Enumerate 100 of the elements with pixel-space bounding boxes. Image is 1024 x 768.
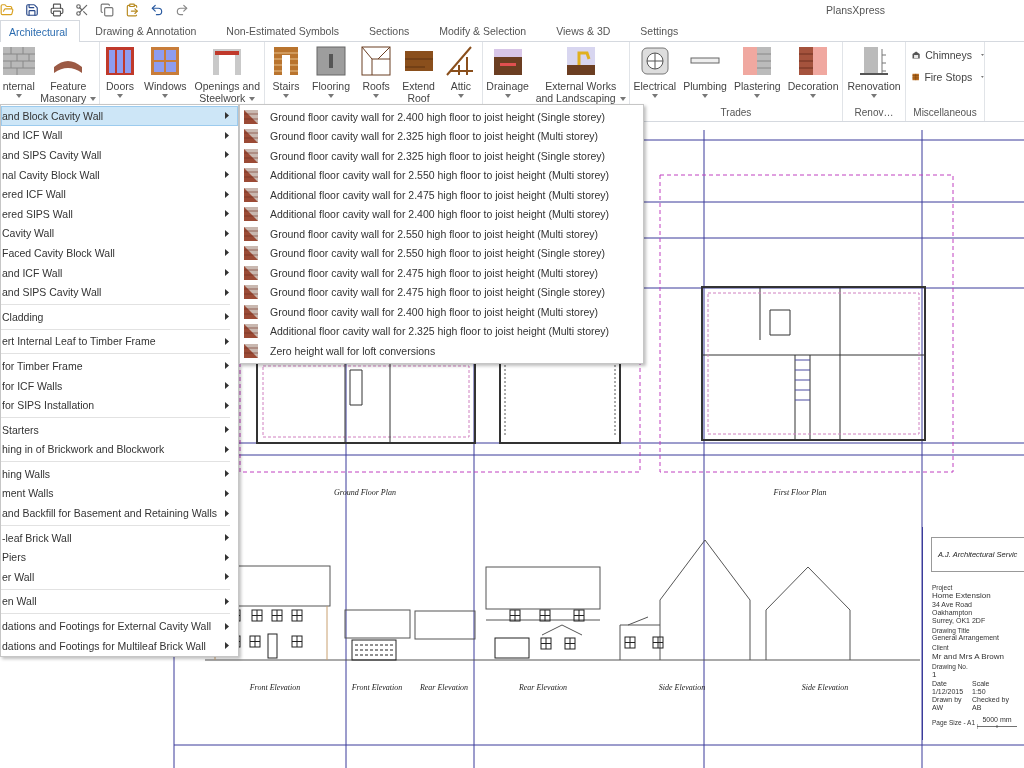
menu-item[interactable]: and SIPS Cavity Wall — [1, 145, 238, 165]
ribbon-button[interactable]: Extend Roof — [400, 45, 437, 105]
drawing-label: First Floor Plan — [773, 488, 827, 497]
menu-item[interactable]: ered ICF Wall — [1, 184, 238, 204]
fan-icon — [638, 45, 671, 77]
garage-elevation — [414, 610, 476, 640]
submenu-arrow-icon — [225, 534, 229, 542]
redo-icon[interactable] — [175, 3, 189, 17]
drawing-label: Side Elevation — [658, 683, 706, 692]
ribbon-button[interactable]: Windows — [142, 45, 189, 105]
ribbon-button[interactable]: Plumbing — [681, 45, 729, 105]
submenu-arrow-icon — [225, 229, 229, 237]
scaffold-wall-icon — [858, 45, 890, 77]
paste-icon[interactable] — [125, 3, 139, 17]
menu-item[interactable]: Ground floor cavity wall for 2.475 high floor to joist height (Single storey) — [240, 282, 643, 302]
brick-wall-icon — [244, 129, 258, 144]
save-icon[interactable] — [25, 3, 39, 17]
undo-icon[interactable] — [150, 3, 164, 17]
brick-wall-icon — [244, 226, 258, 241]
menu-item[interactable]: Ground floor cavity wall for 2.400 high floor to joist height (Single storey) — [240, 107, 643, 127]
brick-wall-icon — [244, 343, 258, 358]
menu-item[interactable]: Piers — [1, 547, 238, 568]
menu-item[interactable]: en Wall — [1, 591, 238, 612]
menu-item[interactable]: ered SIPS Wall — [1, 203, 238, 224]
menu-item[interactable]: -leaf Brick Wall — [1, 527, 238, 548]
ribbon-button[interactable]: Fire Stops — [912, 69, 984, 85]
print-icon[interactable] — [50, 3, 64, 17]
menu-item[interactable]: for SIPS Installation — [1, 395, 238, 415]
menu-item[interactable]: Additional floor cavity wall for 2.550 high floor to joist height (Multi storey) — [240, 165, 643, 185]
ribbon-tab[interactable]: Drawing & Annotation — [80, 19, 212, 41]
menu-item[interactable]: for ICF Walls — [1, 375, 238, 396]
ribbon-button[interactable]: Stairs — [268, 45, 305, 105]
menu-item[interactable]: for Timber Frame — [1, 356, 238, 376]
copy-icon[interactable] — [100, 3, 114, 17]
brick-wall-icon — [2, 45, 35, 77]
menu-item[interactable]: Ground floor cavity wall for 2.475 high floor to joist height (Multi storey) — [240, 263, 643, 283]
submenu-arrow-icon — [225, 151, 229, 159]
ribbon-button[interactable]: Doors — [102, 45, 138, 105]
cut-icon[interactable] — [75, 3, 89, 17]
drawing-label: Front Elevation — [351, 683, 403, 692]
menu-item[interactable]: dations and Footings for External Cavity Wall — [1, 616, 238, 636]
menu-item[interactable]: Ground floor cavity wall for 2.550 high floor to joist height (Multi storey) — [240, 224, 643, 244]
ribbon-button[interactable]: Flooring — [310, 45, 353, 105]
menu-item[interactable]: er Wall — [1, 567, 238, 587]
menu-item[interactable]: and SIPS Cavity Wall — [1, 282, 238, 302]
submenu-arrow-icon — [225, 362, 229, 370]
submenu-arrow-icon — [225, 445, 229, 453]
scale-bar-icon — [977, 723, 1017, 729]
menu-item[interactable]: and ICF Wall — [1, 262, 238, 283]
menu-item[interactable]: and ICF Wall — [1, 125, 238, 146]
menu-item[interactable]: Ground floor cavity wall for 2.400 high floor to joist height (Multi storey) — [240, 302, 643, 322]
ribbon-tab[interactable]: Views & 3D — [541, 19, 626, 41]
menu-item[interactable]: and Backfill for Basement and Retaining Walls — [1, 503, 238, 523]
menu-item[interactable]: nal Cavity Block Wall — [1, 164, 238, 185]
menu-item[interactable]: and Block Cavity Wall — [1, 106, 238, 126]
menu-item[interactable]: ment Walls — [1, 483, 238, 504]
ribbon-button[interactable]: Openings and Steelwork — [192, 45, 262, 105]
ribbon-button[interactable]: External Works and Landscaping — [533, 45, 628, 105]
submenu-arrow-icon — [225, 210, 229, 218]
plaster-wall-icon — [741, 45, 774, 77]
submenu-arrow-icon — [225, 490, 229, 497]
ribbon-button[interactable]: Attic — [442, 45, 479, 105]
ribbon-button[interactable]: Decoration — [785, 45, 841, 105]
group-label: Trades — [719, 106, 753, 120]
submenu-arrow-icon — [225, 622, 229, 630]
menu-item[interactable]: Additional floor cavity wall for 2.400 high floor to joist height (Multi storey) — [240, 204, 643, 224]
group-label: Renov… — [853, 106, 895, 120]
menu-item[interactable]: Starters — [1, 419, 238, 440]
menu-item[interactable]: Cladding — [1, 306, 238, 327]
ribbon-button[interactable]: Drainage — [484, 45, 531, 105]
ribbon-tab[interactable]: Non-Estimated Symbols — [211, 19, 354, 41]
drawing-label: Rear Elevation — [419, 683, 469, 692]
ribbon-button[interactable]: Chimneys — [912, 47, 984, 63]
menu-item[interactable]: Ground floor cavity wall for 2.550 high floor to joist height (Single storey) — [240, 243, 643, 263]
submenu-arrow-icon — [225, 337, 229, 345]
menu-item[interactable]: Ground floor cavity wall for 2.325 high floor to joist height (Multi storey) — [240, 126, 643, 146]
ribbon-tab[interactable]: Modify & Selection — [424, 19, 542, 41]
menu-item[interactable]: Additional floor cavity wall for 2.475 high floor to joist height (Multi storey) — [240, 185, 643, 205]
menu-item[interactable]: Zero height wall for loft conversions — [240, 341, 643, 361]
ribbon-button[interactable]: Feature Masonary — [38, 45, 99, 105]
ribbon-button[interactable]: Roofs — [358, 45, 395, 105]
door-icon — [104, 45, 136, 77]
menu-item[interactable]: dations and Footings for Multileaf Brick Wall — [1, 635, 238, 656]
ribbon-tab[interactable]: Settings — [625, 19, 694, 41]
submenu-arrow-icon — [225, 553, 229, 561]
ribbon-button[interactable]: Renovation — [845, 45, 903, 105]
title-block-text: Mr and Mrs A Brown — [932, 651, 1006, 661]
menu-item[interactable]: ert Internal Leaf to Timber Frame — [1, 331, 238, 352]
menu-item[interactable]: hing in of Brickwork and Blockwork — [1, 439, 238, 460]
ribbon-button[interactable]: Electrical — [631, 45, 679, 105]
menu-item[interactable]: Cavity Wall — [1, 223, 238, 244]
submenu-arrow-icon — [225, 171, 229, 179]
menu-item[interactable]: Additional floor cavity wall for 2.325 high floor to joist height (Multi storey) — [240, 321, 643, 341]
menu-item[interactable]: Ground floor cavity wall for 2.325 high floor to joist height (Single storey) — [240, 146, 643, 166]
ribbon-button[interactable]: Plastering — [731, 45, 783, 105]
menu-item[interactable]: hing Walls — [1, 464, 238, 484]
ribbon-tab[interactable]: Architectural — [0, 20, 81, 42]
ribbon-button[interactable]: nternal — [0, 45, 37, 105]
menu-item[interactable]: Faced Cavity Block Wall — [1, 243, 238, 263]
ribbon-tab[interactable]: Sections — [353, 19, 425, 41]
